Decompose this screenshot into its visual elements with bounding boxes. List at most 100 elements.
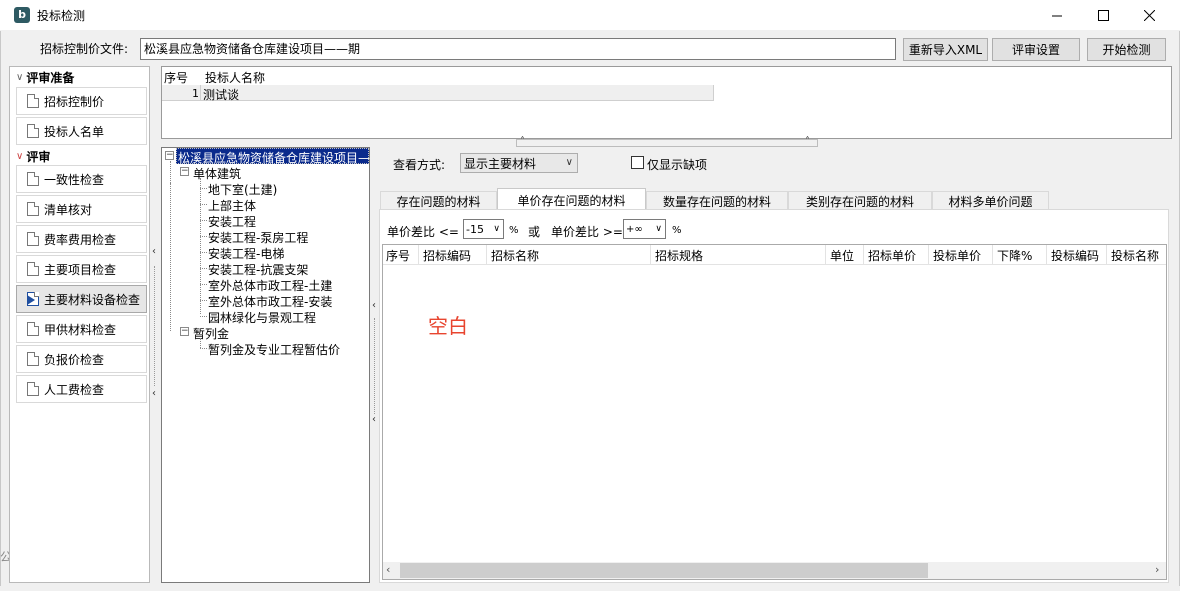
review-settings-button[interactable]: 评审设置 (992, 38, 1080, 61)
column-header[interactable]: 单位 (830, 247, 854, 264)
window-bottom-edge (0, 586, 1180, 591)
column-header[interactable]: 下降% (997, 247, 1032, 264)
nav-item-label: 清单核对 (44, 202, 93, 217)
tab-problem-materials[interactable]: 存在问题的材料 (380, 191, 497, 210)
nav-item-main-materials[interactable]: 主要材料设备检查 (16, 285, 147, 313)
chevron-left-icon[interactable]: ‹ (386, 563, 390, 576)
column-header[interactable]: 招标单价 (868, 247, 916, 264)
nav-item-owner-supplied[interactable]: 甲供材料检查 (16, 315, 147, 343)
nav-item-control-price[interactable]: 招标控制价 (16, 87, 147, 115)
column-header[interactable]: 投标编码 (1051, 247, 1099, 264)
nav-item-labor-cost[interactable]: 人工费检查 (16, 375, 147, 403)
maximize-icon (1097, 10, 1109, 21)
column-header[interactable]: 投标单价 (933, 247, 981, 264)
column-divider[interactable] (1106, 245, 1107, 265)
table-row[interactable] (162, 85, 714, 101)
price-ratio-le-select[interactable]: -15 ∨ (463, 219, 504, 239)
column-header[interactable]: 投标名称 (1111, 247, 1159, 264)
tree-node-leaf[interactable]: 安装工程-电梯 (208, 245, 284, 262)
view-mode-label: 查看方式: (393, 158, 446, 172)
section-header-review[interactable]: ∨ 评审 (10, 147, 149, 165)
nav-item-main-items[interactable]: 主要项目检查 (16, 255, 147, 283)
view-mode-select[interactable]: 显示主要材料 ∨ (460, 153, 578, 173)
section-header-prep[interactable]: ∨ 评审准备 (10, 68, 149, 86)
file-label: 招标控制价文件: (40, 42, 129, 56)
tree-connector (200, 188, 207, 189)
column-divider[interactable] (486, 245, 487, 265)
tree-node-root[interactable]: 松溪县应急物资储备仓库建设项目— (178, 149, 370, 166)
tab-quantity-problems[interactable]: 数量存在问题的材料 (646, 191, 788, 210)
column-divider[interactable] (928, 245, 929, 265)
column-header-seq[interactable]: 序号 (164, 69, 188, 86)
maximize-button[interactable] (1080, 0, 1126, 31)
nav-item-label: 一致性检查 (44, 172, 105, 187)
nav-item-bill-check[interactable]: 清单核对 (16, 195, 147, 223)
left-splitter[interactable]: ‹ ‹ (151, 246, 160, 406)
chevron-right-icon[interactable]: › (1155, 563, 1159, 576)
nav-item-bidder-list[interactable]: 投标人名单 (16, 117, 147, 145)
tree-node-leaf[interactable]: 暂列金及专业工程暂估价 (208, 341, 340, 358)
close-icon (1143, 10, 1155, 21)
nav-item-negative-quote[interactable]: 负报价检查 (16, 345, 147, 373)
tree-node-leaf[interactable]: 室外总体市政工程-安装 (208, 293, 332, 310)
price-ratio-le-value: -15 (466, 222, 484, 236)
tree-collapse-icon[interactable]: − (165, 151, 174, 160)
horizontal-splitter[interactable]: ˄ ˄ (516, 136, 818, 147)
tree-collapse-icon[interactable]: − (180, 327, 189, 336)
selected-marker-icon (27, 295, 35, 305)
tree-node-leaf[interactable]: 园林绿化与景观工程 (208, 309, 316, 326)
nav-item-consistency[interactable]: 一致性检查 (16, 165, 147, 193)
splitter-grip (374, 318, 375, 414)
column-header[interactable]: 招标规格 (655, 247, 703, 264)
tab-unit-price-problems[interactable]: 单价存在问题的材料 (497, 188, 646, 211)
tree-node-group[interactable]: 暂列金 (193, 325, 229, 342)
column-divider[interactable] (825, 245, 826, 265)
tab-category-problems[interactable]: 类别存在问题的材料 (788, 191, 932, 210)
tree-collapse-icon[interactable]: − (180, 167, 189, 176)
middle-splitter[interactable]: ‹ ‹ (370, 298, 379, 430)
chevron-down-icon: ∨ (565, 157, 573, 168)
chevron-left-icon: ‹ (372, 414, 376, 425)
tree-node-leaf[interactable]: 上部主体 (208, 197, 256, 214)
price-ratio-ge-value: +∞ (626, 223, 643, 235)
close-button[interactable] (1126, 0, 1172, 31)
column-header[interactable]: 招标名称 (491, 247, 539, 264)
materials-grid (382, 244, 1167, 580)
tree-node-leaf[interactable]: 安装工程-抗震支架 (208, 261, 308, 278)
table-cell-seq: 1 (192, 87, 199, 100)
splitter-grip (154, 266, 155, 386)
nav-item-label: 负报价检查 (44, 352, 105, 367)
column-divider[interactable] (992, 245, 993, 265)
nav-item-fee-rate[interactable]: 费率费用检查 (16, 225, 147, 253)
document-icon (27, 382, 39, 396)
column-divider[interactable] (418, 245, 419, 265)
section-title: 评审 (26, 149, 51, 164)
column-header[interactable]: 序号 (386, 247, 410, 264)
only-missing-label[interactable]: 仅显示缺项 (647, 156, 707, 173)
scrollbar-thumb[interactable] (400, 563, 928, 578)
minimize-button[interactable] (1034, 0, 1080, 31)
column-header-bidder-name[interactable]: 投标人名称 (205, 69, 265, 86)
column-header[interactable]: 招标编码 (423, 247, 471, 264)
title-bar (0, 0, 1180, 31)
control-price-file-input[interactable]: 松溪县应急物资储备仓库建设项目——期 (140, 38, 896, 60)
reimport-xml-button[interactable]: 重新导入XML (903, 38, 988, 61)
nav-item-label: 投标人名单 (44, 124, 105, 139)
tree-connector (200, 338, 201, 348)
tree-node-leaf[interactable]: 安装工程-泵房工程 (208, 229, 308, 246)
tree-connector (170, 183, 171, 331)
left-nav-panel: ∨ 评审准备 招标控制价 投标人名单 ∨ 评审 一致性检查 清单核对 费率费用检… (9, 66, 150, 583)
nav-item-label: 主要材料设备检查 (44, 292, 141, 307)
only-missing-checkbox[interactable] (631, 156, 644, 169)
tree-node-leaf[interactable]: 地下室(土建) (208, 181, 277, 198)
column-divider[interactable] (1046, 245, 1047, 265)
start-check-button[interactable]: 开始检测 (1087, 38, 1166, 61)
price-ratio-ge-select[interactable]: +∞ ∨ (623, 219, 666, 239)
tab-multi-price[interactable]: 材料多单价问题 (932, 191, 1049, 210)
tree-connector (200, 316, 207, 317)
table-cell-bidder-name: 测试谈 (203, 88, 240, 102)
tree-node-leaf[interactable]: 安装工程 (208, 213, 256, 230)
tree-node-leaf[interactable]: 室外总体市政工程-土建 (208, 277, 332, 294)
column-divider[interactable] (650, 245, 651, 265)
column-divider[interactable] (863, 245, 864, 265)
